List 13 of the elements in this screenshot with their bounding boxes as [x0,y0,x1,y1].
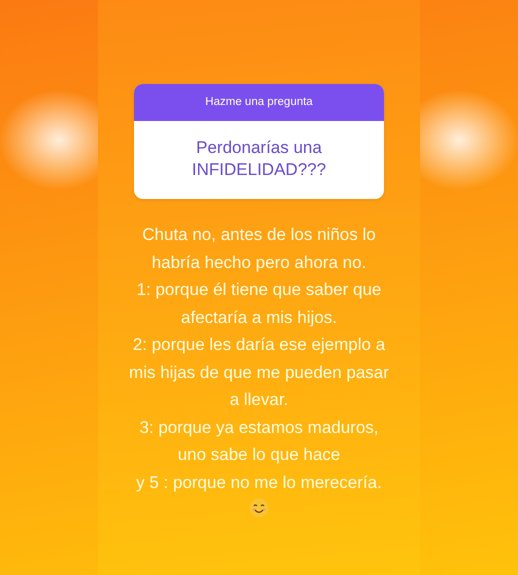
answer-line: y 5 : porque no me lo merecería. [136,472,382,494]
answer-line: 1: porque él tiene que saber que [136,279,382,301]
answer-line: uno sabe lo que hace [178,444,340,466]
answer-line: 2: porque les daría ese ejemplo a [132,334,386,356]
answer-line: afectaría a mis hijos. [181,306,337,328]
answer-line: habría hecho pero ahora no. [152,252,366,274]
question-text: Perdonarías una INFIDELIDAD??? [190,137,328,181]
answer-line: 3: porque ya estamos maduros, [139,416,379,438]
answer-line: a llevar. [230,389,288,411]
answer-line: Chuta no, antes de los niños lo [142,224,376,246]
answer-line: mis hijas de que me pueden pasar [129,362,389,384]
sticker-header: Hazme una pregunta [134,84,384,121]
smiley-icon [249,498,269,518]
